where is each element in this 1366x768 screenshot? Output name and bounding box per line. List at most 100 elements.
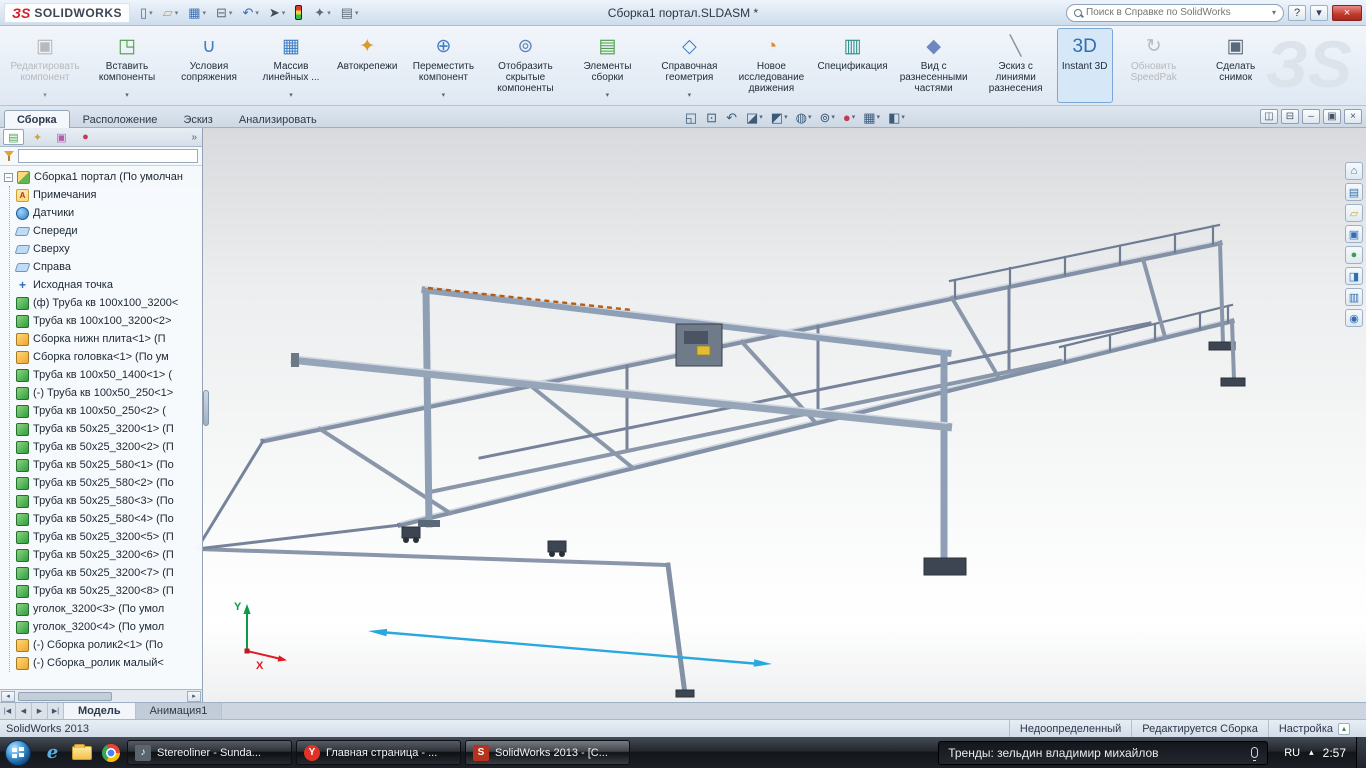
doc-window-button[interactable]: × xyxy=(1343,109,1362,124)
ribbon-button[interactable]: ✦ Автокрепежи xyxy=(332,28,402,103)
tree-item[interactable]: Труба кв 100x50_1400<1> ( xyxy=(10,366,202,384)
ribbon-button[interactable]: ⊚ Отобразить скрытые компоненты xyxy=(484,28,566,103)
tree-item[interactable]: Датчики xyxy=(10,204,202,222)
tab-nav-button[interactable]: ▶| xyxy=(48,703,64,719)
tree-item[interactable]: (-) Труба кв 100x50_250<1> xyxy=(10,384,202,402)
chrome-icon[interactable] xyxy=(98,740,123,765)
ribbon-button[interactable]: ◇ Справочная геометрия ▾ xyxy=(648,28,730,103)
internet-explorer-icon[interactable]: e xyxy=(40,740,65,765)
manager-tab[interactable]: ● xyxy=(75,129,96,145)
pane-chevron-icon[interactable]: » xyxy=(191,132,199,143)
tree-item[interactable]: Труба кв 50x25_3200<6> (П xyxy=(10,546,202,564)
view-tool-button[interactable]: ▦ ▾ xyxy=(863,111,880,124)
scroll-left-icon[interactable]: ◂ xyxy=(1,690,15,702)
ribbon-button[interactable]: 3D Instant 3D xyxy=(1056,28,1113,103)
manager-tab[interactable]: ▤ xyxy=(3,129,24,145)
manager-tab[interactable]: ✦ xyxy=(27,129,48,145)
task-pane-tab[interactable]: ⌂ xyxy=(1345,162,1363,180)
help-button[interactable]: ? xyxy=(1288,4,1306,21)
tree-item[interactable]: Труба кв 50x25_3200<2> (П xyxy=(10,438,202,456)
ribbon-button[interactable]: ◔ Новое исследование движения xyxy=(730,28,812,103)
view-tool-button[interactable]: ↶ xyxy=(726,111,738,124)
tree-item[interactable]: Спереди xyxy=(10,222,202,240)
tree-item[interactable]: Примечания xyxy=(10,186,202,204)
tree-item[interactable]: уголок_3200<3> (По умол xyxy=(10,600,202,618)
tray-expand-icon[interactable]: ▴ xyxy=(1309,747,1314,758)
ribbon-button[interactable]: ↻ Обновить SpeedPak xyxy=(1113,28,1195,103)
taskbar-app-button[interactable]: Y Главная страница - ... xyxy=(296,740,461,765)
ribbon-button[interactable]: ▣ Сделать снимок xyxy=(1195,28,1277,103)
doc-window-button[interactable]: ▣ xyxy=(1322,109,1341,124)
tree-item[interactable]: Сборка головка<1> (По ум xyxy=(10,348,202,366)
expander-icon[interactable]: – xyxy=(4,172,13,182)
command-tab[interactable]: Анализировать xyxy=(226,110,330,128)
task-pane-tab[interactable]: ● xyxy=(1345,246,1363,264)
solidworks-logo[interactable]: ЗS SOLIDWORKS xyxy=(4,2,131,23)
tree-item[interactable]: (-) Сборка_ролик малый< xyxy=(10,654,202,672)
explorer-folder-icon[interactable] xyxy=(69,740,94,765)
move-direction-arrow[interactable] xyxy=(368,628,772,667)
toolbar-icon-button[interactable]: ▱ ▾ xyxy=(159,3,183,22)
command-tab[interactable]: Расположение xyxy=(70,110,171,128)
clock[interactable]: 2:57 xyxy=(1323,746,1346,760)
search-dropdown-icon[interactable]: ▾ xyxy=(1272,8,1276,17)
view-tool-button[interactable]: ◪ ▾ xyxy=(746,111,763,124)
ribbon-button[interactable]: ╲ Эскиз с линиями разнесения xyxy=(975,28,1057,103)
tree-item[interactable]: Труба кв 100x100_3200<2> xyxy=(10,312,202,330)
toolbar-icon-button[interactable]: ⊟ ▾ xyxy=(212,3,236,22)
toolbar-icon-button[interactable]: ➤ ▾ xyxy=(265,3,289,22)
tree-filter-input[interactable] xyxy=(18,149,198,163)
model-tab[interactable]: Анимация1 xyxy=(135,703,223,719)
doc-window-button[interactable]: ◫ xyxy=(1259,109,1278,124)
task-pane-tab[interactable]: ▥ xyxy=(1345,288,1363,306)
task-pane-tab[interactable]: ◉ xyxy=(1345,309,1363,327)
task-pane-tab[interactable]: ▣ xyxy=(1345,225,1363,243)
toolbar-icon-button[interactable]: ↶ ▾ xyxy=(238,3,262,22)
help-dropdown-button[interactable]: ▾ xyxy=(1310,4,1328,21)
ribbon-button[interactable]: ▦ Массив линейных ... ▾ xyxy=(250,28,332,103)
help-search-input[interactable] xyxy=(1086,7,1268,18)
toolbar-icon-button[interactable]: ▤ ▾ xyxy=(337,3,363,22)
bed-frame[interactable] xyxy=(194,223,1246,698)
view-tool-button[interactable]: ⊡ xyxy=(706,111,718,124)
taskbar-app-button[interactable]: ♪ Stereoliner - Sunda... xyxy=(127,740,292,765)
task-pane-tab[interactable]: ▤ xyxy=(1345,183,1363,201)
ribbon-button[interactable]: ▣ Редактировать компонент ▾ xyxy=(4,28,86,103)
tree-item[interactable]: уголок_3200<4> (По умол xyxy=(10,618,202,636)
tree-item[interactable]: Труба кв 50x25_580<4> (По xyxy=(10,510,202,528)
help-search-box[interactable]: ▾ xyxy=(1066,3,1284,22)
tree-item[interactable]: Труба кв 50x25_580<1> (По xyxy=(10,456,202,474)
scroll-right-icon[interactable]: ▸ xyxy=(187,690,201,702)
tree-item[interactable]: Труба кв 50x25_3200<7> (П xyxy=(10,564,202,582)
view-tool-button[interactable]: ◍ ▾ xyxy=(796,111,812,124)
toolbar-icon-button[interactable] xyxy=(291,3,308,22)
close-button[interactable]: × xyxy=(1332,4,1362,21)
ribbon-button[interactable]: ▥ Спецификация xyxy=(812,28,892,103)
tree-item[interactable]: Труба кв 100x50_250<2> ( xyxy=(10,402,202,420)
scrollbar-thumb[interactable] xyxy=(18,691,112,701)
tab-nav-button[interactable]: ▶ xyxy=(32,703,48,719)
view-tool-button[interactable]: ⊚ ▾ xyxy=(819,111,834,124)
doc-window-button[interactable]: – xyxy=(1301,109,1320,124)
tab-nav-button[interactable]: |◀ xyxy=(0,703,16,719)
command-tab[interactable]: Сборка xyxy=(4,110,70,128)
tree-item[interactable]: Труба кв 50x25_3200<1> (П xyxy=(10,420,202,438)
view-tool-button[interactable]: ◱ xyxy=(685,111,698,124)
toolbar-icon-button[interactable]: ✦ ▾ xyxy=(310,3,334,22)
tree-item[interactable]: Труба кв 50x25_580<3> (По xyxy=(10,492,202,510)
start-button[interactable] xyxy=(0,737,36,768)
tree-item[interactable]: Исходная точка xyxy=(10,276,202,294)
command-tab[interactable]: Эскиз xyxy=(170,110,225,128)
show-desktop-button[interactable] xyxy=(1356,737,1366,768)
ribbon-button[interactable]: ◆ Вид с разнесенными частями xyxy=(893,28,975,103)
tree-horizontal-scrollbar[interactable]: ◂ ▸ xyxy=(0,689,202,702)
tree-item[interactable]: (ф) Труба кв 100x100_3200< xyxy=(10,294,202,312)
tree-item[interactable]: Справа xyxy=(10,258,202,276)
tree-item[interactable]: Сверху xyxy=(10,240,202,258)
head-assembly[interactable] xyxy=(675,323,723,367)
view-tool-button[interactable]: ● ▾ xyxy=(843,111,855,124)
language-indicator[interactable]: RU xyxy=(1284,747,1300,759)
ribbon-button[interactable]: ▤ Элементы сборки ▾ xyxy=(566,28,648,103)
tree-item[interactable]: Труба кв 50x25_3200<5> (П xyxy=(10,528,202,546)
tree-item[interactable]: Труба кв 50x25_580<2> (По xyxy=(10,474,202,492)
